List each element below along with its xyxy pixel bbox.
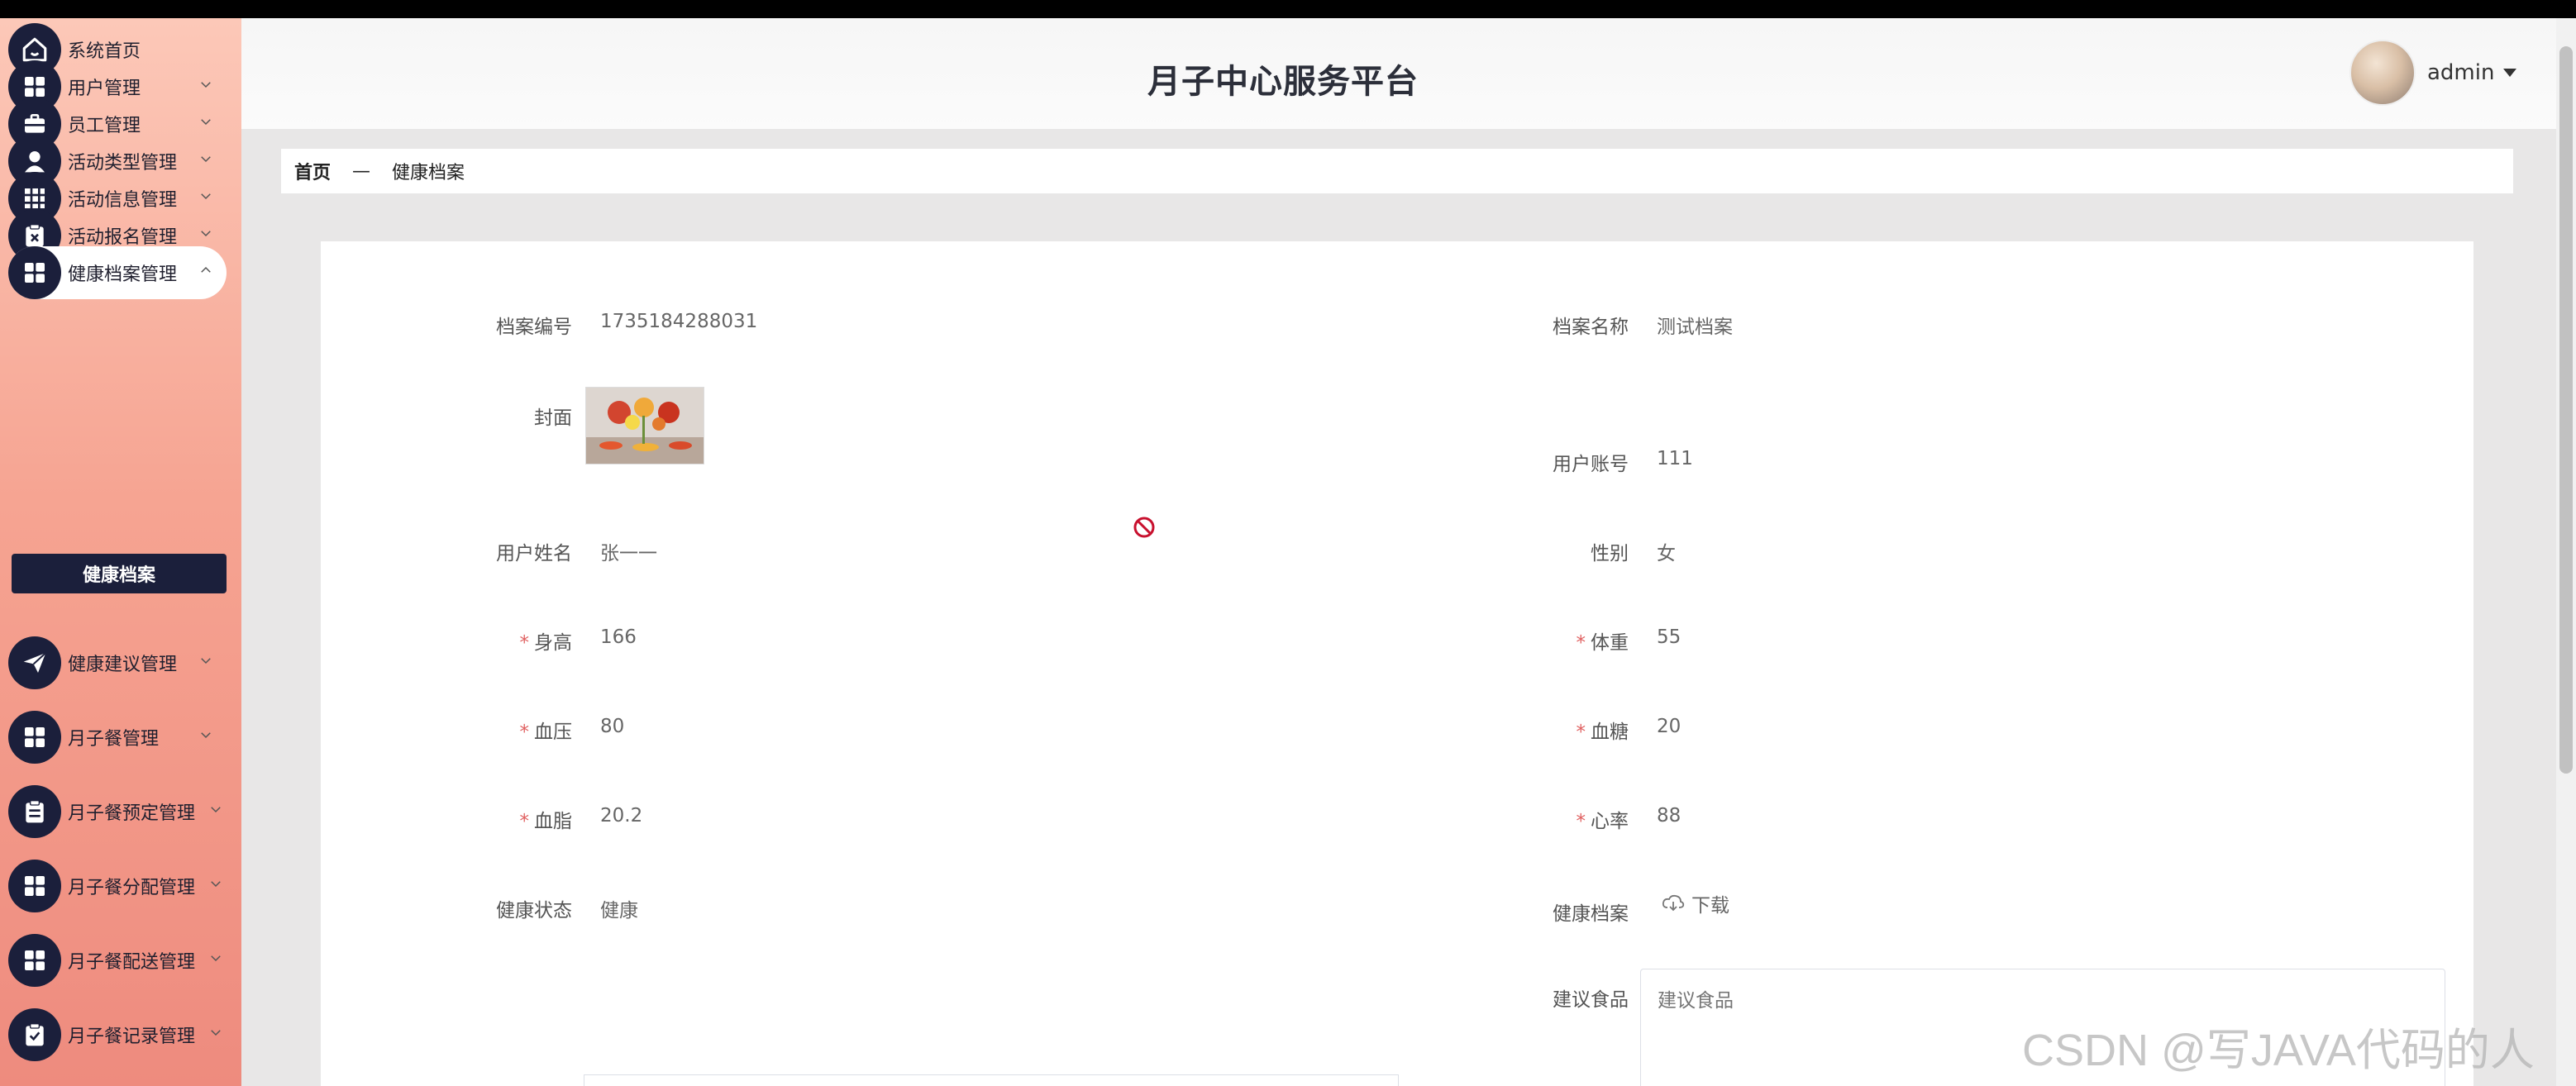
sidebar-item-label: 月子餐管理 bbox=[68, 729, 160, 750]
account-value: 111 bbox=[1657, 448, 1693, 469]
sidebar-item-label: 活动信息管理 bbox=[68, 190, 178, 211]
clipboard-icon bbox=[8, 785, 61, 838]
record-no-value: 1735184288031 bbox=[600, 311, 758, 332]
blood-lipid-label: * 血脂 bbox=[519, 811, 573, 832]
record-no-label: 档案编号 bbox=[496, 317, 572, 338]
weight-value: 55 bbox=[1657, 626, 1682, 648]
breadcrumb-home[interactable]: 首页 bbox=[294, 158, 331, 184]
blood-lipid-value: 20.2 bbox=[600, 805, 643, 826]
blood-sugar-value: 20 bbox=[1657, 716, 1682, 737]
bottom-field-box[interactable] bbox=[584, 1074, 1399, 1086]
sidebar-item-health-advice[interactable]: 健康建议管理 bbox=[8, 636, 227, 689]
breadcrumb: 首页 — 健康档案 bbox=[281, 149, 2513, 193]
chevron-down-icon bbox=[201, 658, 211, 664]
username-value: 张一一 bbox=[600, 543, 657, 564]
user-menu[interactable]: admin bbox=[2349, 40, 2517, 106]
chevron-down-icon bbox=[201, 156, 211, 163]
gender-value: 女 bbox=[1657, 543, 1676, 564]
grid-icon bbox=[8, 711, 61, 764]
grid-icon bbox=[8, 246, 61, 299]
chevron-down-icon bbox=[211, 1030, 221, 1036]
sidebar-item-label: 健康档案管理 bbox=[68, 264, 178, 285]
sidebar-item-label: 月子餐分配管理 bbox=[68, 878, 196, 898]
chevron-down-icon bbox=[201, 231, 211, 237]
sidebar-item-meal-delivery[interactable]: 月子餐配送管理 bbox=[8, 934, 227, 987]
required-mark: * bbox=[1576, 632, 1586, 654]
chevron-down-icon bbox=[201, 193, 211, 200]
sidebar-item-label: 健康建议管理 bbox=[68, 655, 178, 675]
sidebar: 系统首页 用户管理 员工管理 活动类型管理 活动信息管理 活动报名管理 健康档案… bbox=[0, 18, 241, 1086]
breadcrumb-separator: — bbox=[352, 160, 371, 182]
app-header: 月子中心服务平台 admin bbox=[241, 18, 2556, 129]
cover-label: 封面 bbox=[534, 407, 572, 429]
username-label: 用户姓名 bbox=[496, 543, 572, 564]
chevron-down-icon bbox=[211, 955, 221, 962]
cloud-download-icon bbox=[1662, 894, 1685, 912]
watermark: CSDN @写JAVA代码的人 bbox=[2022, 1026, 2535, 1075]
sidebar-item-label: 员工管理 bbox=[68, 116, 141, 136]
required-mark: * bbox=[1576, 811, 1586, 832]
chevron-down-icon bbox=[211, 881, 221, 888]
blood-sugar-label: * 血糖 bbox=[1576, 722, 1629, 743]
heart-rate-label: * 心率 bbox=[1576, 811, 1629, 832]
sidebar-item-label: 活动类型管理 bbox=[68, 153, 178, 174]
cover-image[interactable] bbox=[585, 387, 704, 464]
scrollbar-thumb[interactable] bbox=[2559, 46, 2573, 774]
height-value: 166 bbox=[600, 626, 637, 648]
sidebar-item-meals[interactable]: 月子餐管理 bbox=[8, 711, 227, 764]
sidebar-item-label: 月子餐记录管理 bbox=[68, 1026, 196, 1047]
sidebar-item-label: 月子餐配送管理 bbox=[68, 952, 196, 973]
heart-rate-value: 88 bbox=[1657, 805, 1682, 826]
health-status-value: 健康 bbox=[600, 900, 638, 922]
chevron-down-icon bbox=[201, 119, 211, 126]
sidebar-item-label: 活动报名管理 bbox=[68, 227, 178, 248]
grid-icon bbox=[8, 860, 61, 912]
record-name-label: 档案名称 bbox=[1553, 317, 1629, 338]
breadcrumb-current: 健康档案 bbox=[392, 163, 465, 183]
sidebar-item-health-records[interactable]: 健康档案管理 bbox=[8, 246, 227, 299]
top-black-bar bbox=[0, 0, 2576, 18]
height-label: * 身高 bbox=[519, 632, 573, 654]
grid-icon bbox=[8, 934, 61, 987]
required-mark: * bbox=[519, 811, 530, 832]
account-label: 用户账号 bbox=[1553, 454, 1629, 475]
sidebar-item-label: 系统首页 bbox=[68, 41, 141, 62]
sidebar-item-meal-booking[interactable]: 月子餐预定管理 bbox=[8, 785, 227, 838]
sidebar-item-label: 月子餐预定管理 bbox=[68, 803, 196, 824]
caret-down-icon[interactable] bbox=[2502, 67, 2517, 79]
gender-label: 性别 bbox=[1591, 543, 1629, 564]
submenu-item-health-record[interactable]: 健康档案 bbox=[12, 554, 227, 593]
download-button[interactable]: 下载 bbox=[1662, 889, 1729, 917]
detail-card bbox=[321, 241, 2473, 1086]
food-label: 建议食品 bbox=[1553, 989, 1629, 1011]
send-icon bbox=[8, 636, 61, 689]
avatar[interactable] bbox=[2349, 40, 2416, 106]
sidebar-item-meal-allocation[interactable]: 月子餐分配管理 bbox=[8, 860, 227, 912]
sidebar-item-meal-records[interactable]: 月子餐记录管理 bbox=[8, 1008, 227, 1061]
chevron-down-icon bbox=[201, 82, 211, 88]
chevron-down-icon bbox=[211, 807, 221, 813]
chevron-up-icon bbox=[201, 266, 211, 273]
sidebar-item-label: 用户管理 bbox=[68, 79, 141, 99]
record-name-value: 测试档案 bbox=[1657, 317, 1733, 338]
blood-pressure-value: 80 bbox=[600, 716, 625, 737]
required-mark: * bbox=[519, 722, 530, 743]
required-mark: * bbox=[519, 632, 530, 654]
clipboard-check-icon bbox=[8, 1008, 61, 1061]
not-allowed-cursor-icon bbox=[1133, 517, 1155, 538]
chevron-down-icon bbox=[201, 732, 211, 739]
health-file-label: 健康档案 bbox=[1553, 903, 1629, 925]
health-status-label: 健康状态 bbox=[496, 900, 572, 922]
app-title: 月子中心服务平台 bbox=[1147, 63, 1419, 101]
weight-label: * 体重 bbox=[1576, 632, 1629, 654]
user-name[interactable]: admin bbox=[2427, 60, 2494, 85]
required-mark: * bbox=[1576, 722, 1586, 743]
download-label: 下载 bbox=[1691, 895, 1729, 917]
blood-pressure-label: * 血压 bbox=[519, 722, 573, 743]
